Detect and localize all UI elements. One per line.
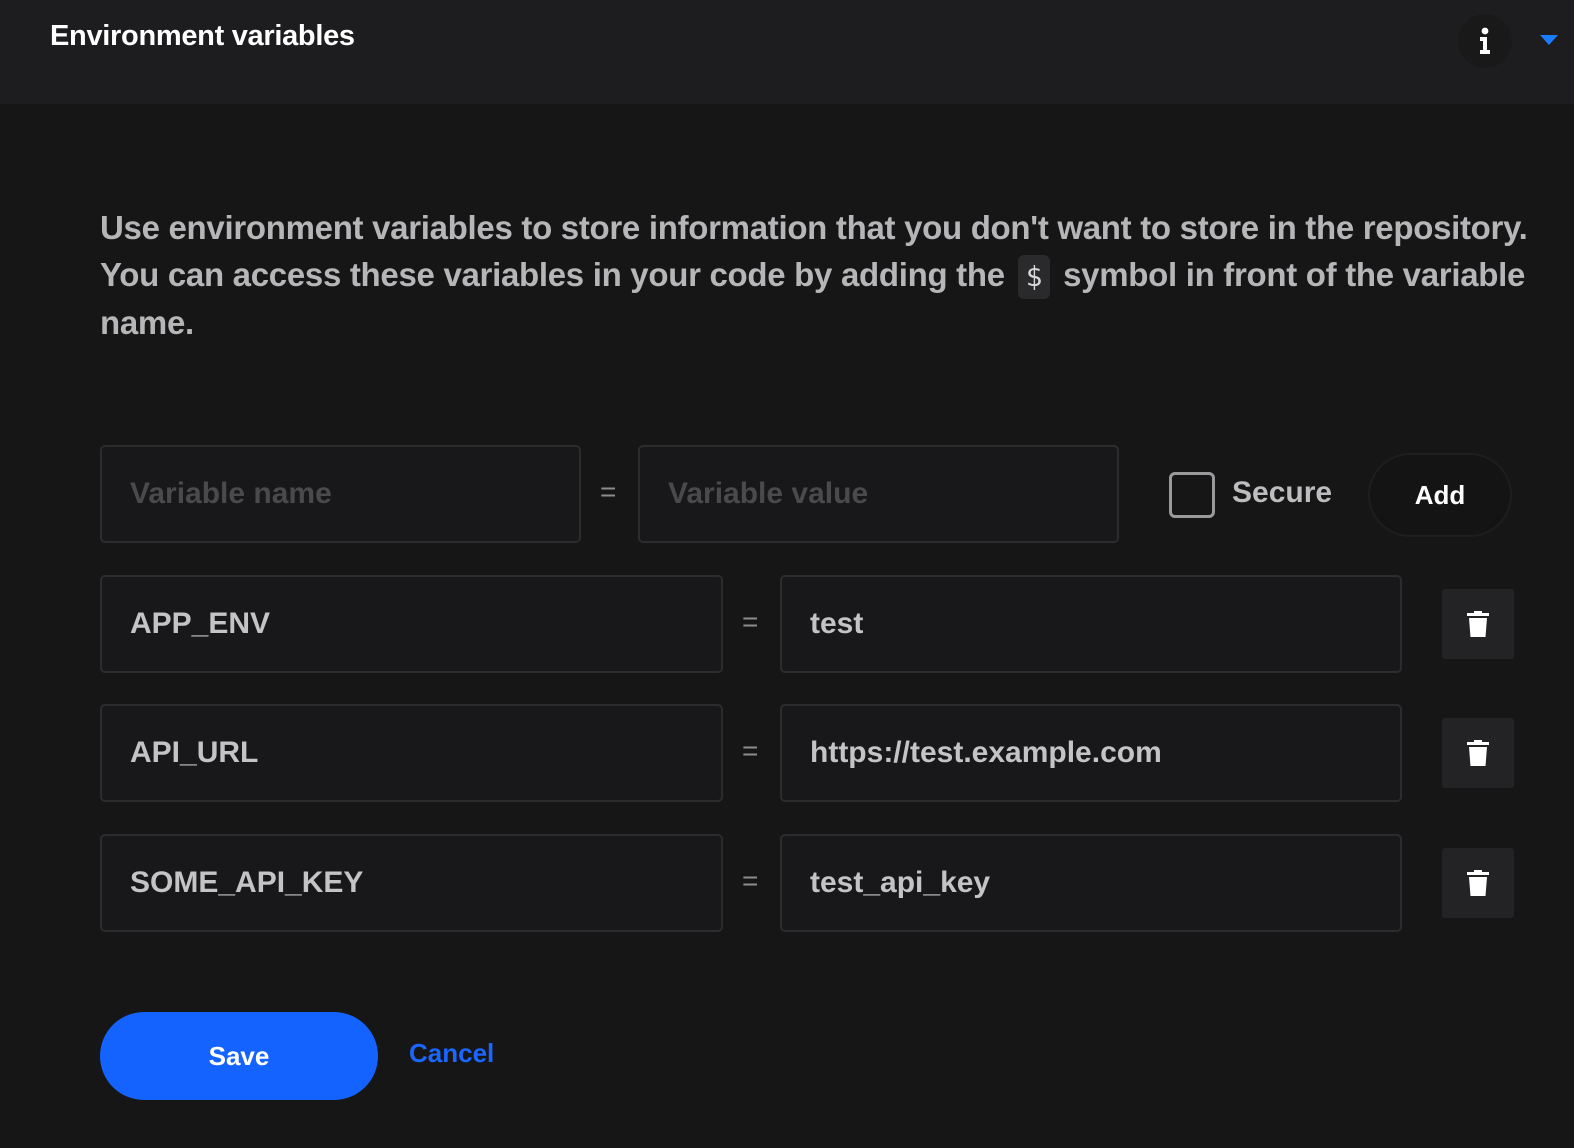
variable-row-name[interactable] [100, 575, 723, 673]
dollar-code: $ [1017, 255, 1051, 300]
chevron-down-icon [1540, 35, 1558, 45]
trash-icon [1467, 870, 1489, 896]
trash-icon [1467, 611, 1489, 637]
collapse-toggle[interactable] [1536, 30, 1562, 50]
variable-name-value[interactable] [102, 836, 721, 930]
save-button[interactable]: Save [100, 1012, 378, 1100]
variable-row-value[interactable] [780, 704, 1402, 802]
panel-title: Environment variables [50, 20, 355, 52]
description-text: Use environment variables to store infor… [100, 204, 1540, 346]
variable-value-field[interactable] [638, 445, 1119, 543]
panel-header: Environment variables [0, 0, 1574, 104]
secure-label[interactable]: Secure [1232, 476, 1332, 510]
info-icon [1480, 27, 1490, 54]
variable-row-name[interactable] [100, 834, 723, 932]
equals-sign: = [742, 865, 759, 896]
variable-value-value[interactable] [782, 706, 1400, 800]
variable-row-name[interactable] [100, 704, 723, 802]
delete-button[interactable] [1442, 718, 1514, 788]
delete-button[interactable] [1442, 589, 1514, 659]
add-button[interactable]: Add [1368, 453, 1512, 537]
variable-value-input[interactable] [640, 447, 1117, 541]
variable-name-value[interactable] [102, 706, 721, 800]
variable-value-value[interactable] [782, 577, 1400, 671]
variable-row-value[interactable] [780, 575, 1402, 673]
delete-button[interactable] [1442, 848, 1514, 918]
equals-sign: = [600, 476, 617, 507]
info-button[interactable] [1458, 14, 1512, 68]
trash-icon [1467, 740, 1489, 766]
variable-name-field[interactable] [100, 445, 581, 543]
secure-checkbox[interactable] [1169, 472, 1215, 518]
variable-name-input[interactable] [102, 447, 579, 541]
variable-value-value[interactable] [782, 836, 1400, 930]
variable-name-value[interactable] [102, 577, 721, 671]
cancel-link[interactable]: Cancel [409, 1038, 494, 1069]
equals-sign: = [742, 606, 759, 637]
variable-row-value[interactable] [780, 834, 1402, 932]
equals-sign: = [742, 735, 759, 766]
